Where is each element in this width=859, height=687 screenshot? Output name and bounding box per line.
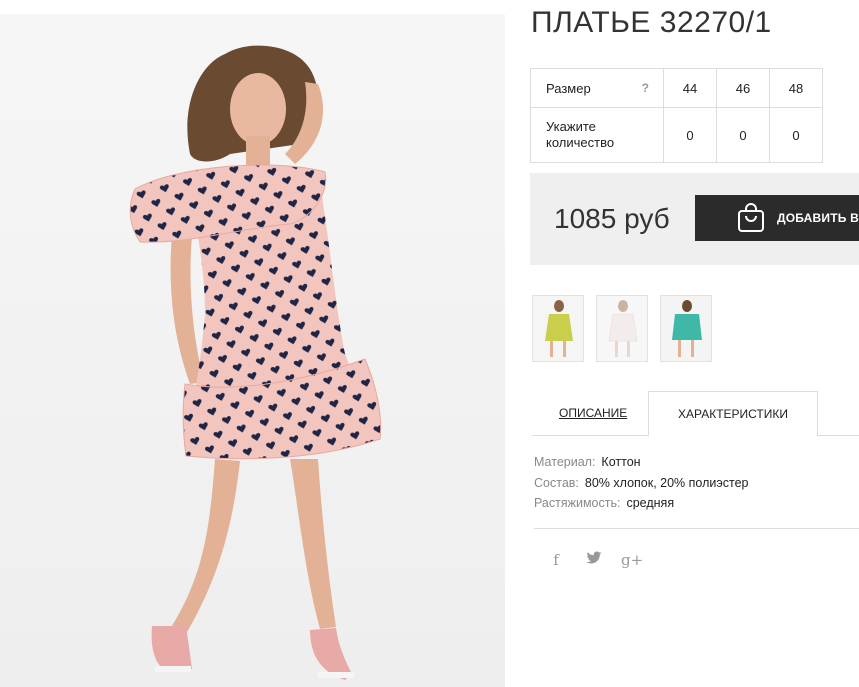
thumbnail-teal[interactable]: [660, 295, 712, 362]
color-thumbnails: [532, 295, 712, 362]
tab-characteristics[interactable]: ХАРАКТЕРИСТИКИ: [648, 391, 818, 437]
size-46: 46: [716, 68, 770, 108]
size-help-icon[interactable]: ?: [642, 81, 649, 95]
add-to-cart-button[interactable]: ДОБАВИТЬ В КОРЗИНУ: [695, 195, 859, 241]
product-title: ПЛАТЬЕ 32270/1: [531, 6, 772, 39]
characteristic-key: Материал:: [534, 455, 596, 469]
size-quantity-table: Размер ? 44 46 48 Укажите количество 0 0…: [530, 68, 823, 163]
characteristic-material: Материал: Коттон: [534, 452, 748, 473]
thumbnail-white-image: [597, 296, 647, 361]
size-48: 48: [769, 68, 823, 108]
social-share: f g+: [545, 551, 643, 569]
thumbnail-teal-image: [661, 296, 711, 361]
product-price: 1085 руб: [554, 203, 670, 234]
size-44: 44: [663, 68, 717, 108]
characteristic-key: Состав:: [534, 475, 579, 490]
size-label-cell: Размер ?: [530, 68, 664, 108]
buy-box: 1085 руб ДОБАВИТЬ В КОРЗИНУ: [530, 173, 859, 265]
quantity-label: Укажите количество: [530, 107, 664, 163]
characteristic-composition: Состав: 80% хлопок, 20% полиэстер: [534, 473, 748, 494]
characteristic-stretch: Растяжимость: средняя: [534, 493, 748, 514]
facebook-icon[interactable]: f: [545, 551, 567, 569]
shopping-bag-icon: [738, 203, 764, 232]
add-to-cart-label: ДОБАВИТЬ В КОРЗИНУ: [777, 211, 859, 225]
product-main-photo[interactable]: [0, 14, 505, 687]
quantity-input-46[interactable]: 0: [728, 129, 758, 142]
characteristic-key: Растяжимость:: [534, 496, 621, 510]
google-plus-icon[interactable]: g+: [621, 551, 643, 569]
characteristic-value: Коттон: [601, 455, 641, 469]
twitter-bird-icon: [586, 551, 602, 564]
size-label: Размер: [546, 80, 591, 96]
model-in-dress-image: [0, 14, 505, 687]
quantity-input-44[interactable]: 0: [675, 129, 705, 142]
thumbnail-yellow-image: [533, 296, 583, 361]
twitter-icon[interactable]: [583, 551, 605, 569]
characteristics-list: Материал: Коттон Состав: 80% хлопок, 20% п…: [534, 452, 748, 514]
characteristic-value: 80% хлопок, 20% полиэстер: [584, 475, 749, 490]
thumbnail-yellow[interactable]: [532, 295, 584, 362]
tab-description[interactable]: ОПИСАНИЕ: [559, 391, 627, 435]
product-tabs: ОПИСАНИЕ ХАРАКТЕРИСТИКИ: [532, 391, 859, 437]
characteristic-value: средняя: [626, 496, 675, 510]
section-divider: [534, 528, 859, 529]
thumbnail-white[interactable]: [596, 295, 648, 362]
quantity-input-48[interactable]: 0: [781, 129, 811, 142]
